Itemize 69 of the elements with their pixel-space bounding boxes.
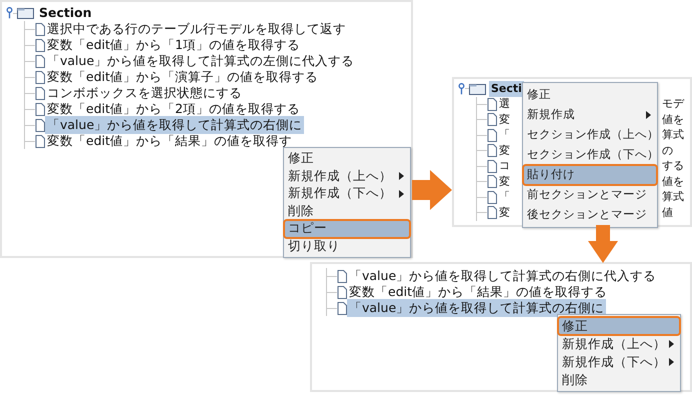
document-icon [35,102,45,116]
menu-item[interactable]: 削除 [284,202,410,220]
menu-item[interactable]: 切り取り [284,238,410,255]
tree-item-label[interactable]: 値 [660,204,686,221]
document-icon [487,175,497,188]
menu-item[interactable]: 新規作成（下へ） [284,185,410,202]
tree-item-label[interactable]: 変数「edit値」から「2項」の値を取得する [45,100,302,118]
tree-item-label[interactable]: 変数「edit値」から「1項」の値を取得する [45,36,302,54]
folder-icon [469,82,486,95]
menu-item[interactable]: 修正 [523,85,657,105]
menu-item[interactable]: 新規作成 [523,105,657,125]
menu-item[interactable]: コピー [284,220,410,238]
menu-item[interactable]: 修正 [284,150,410,168]
tree-item-label[interactable]: 算式 [660,189,686,206]
document-icon [487,98,497,111]
menu-item[interactable]: セクション作成（下へ） [523,145,657,165]
document-icon [35,54,45,68]
document-icon [337,270,347,282]
tree-root-label[interactable]: Secti [489,80,524,97]
document-icon [487,128,497,142]
tree-item-label[interactable]: 変 [497,174,512,190]
tree-item-label[interactable]: 値を [660,112,686,128]
tree-item-label[interactable]: 「value」から値を取得して計算式の左側に代入する [45,52,356,70]
menu-item[interactable]: 新規作成（上へ） [284,168,410,185]
down-arrow-icon [588,225,618,263]
menu-item[interactable]: 後セクションとマージ [523,205,657,225]
document-icon [487,144,497,158]
document-icon [337,286,347,298]
tree-item-label[interactable]: 変 [497,204,512,221]
tree-item-label[interactable]: 「value」から値を取得して計算式の右側に [347,298,606,318]
tree-item-label[interactable]: 変 [497,112,512,128]
tree-item-label[interactable]: 値を [660,174,686,190]
document-icon [487,113,497,126]
handle-icon [458,82,465,95]
menu-item[interactable]: セクション作成（上へ） [523,125,657,145]
tree-item-label[interactable]: コ [497,158,512,174]
folder-icon [17,7,34,19]
menu-item[interactable]: 貼り付け [523,165,657,185]
tree-item-label[interactable]: モデ [660,96,686,112]
tree-item-label[interactable]: 「value」から値を取得して計算式の右側に代入する [347,266,658,286]
tree-item-label[interactable]: 選 [497,96,512,112]
tree-item-label[interactable]: 算式 [660,127,686,144]
document-icon [487,160,497,173]
tree-item-label[interactable]: 変数「edit値」から「結果」の値を取得す [45,132,294,150]
tree-item-label[interactable]: の [660,142,686,159]
document-icon [35,38,45,52]
document-icon [35,22,45,36]
tree-item-label[interactable]: 変数「edit値」から「結果」の値を取得する [347,282,609,302]
tree-item-label[interactable]: 「value」から値を取得して計算式の右側に [45,116,304,134]
tree-item-label[interactable]: 変 [497,142,512,159]
document-icon [35,70,45,84]
menu-item[interactable]: 削除 [558,371,680,389]
document-icon [35,134,45,148]
tree-item-label[interactable]: 選択中である行のテーブル行モデルを取得して返す [45,20,348,38]
tree-item-label[interactable]: 「 [497,127,512,144]
menu-item[interactable]: 新規作成（上へ） [558,335,680,353]
tree-item-label[interactable]: する [660,158,686,174]
menu-item[interactable]: 修正 [558,317,680,335]
menu-item[interactable]: 新規作成（下へ） [558,353,680,371]
tree-item-label[interactable]: 「 [497,189,512,206]
tree-item-label[interactable]: 変数「edit値」から「演算子」の値を取得する [45,68,320,86]
document-icon [487,206,497,220]
right-arrow-icon [412,170,452,210]
handle-icon [6,7,13,19]
tree-item-label[interactable]: コンボボックスを選択状態にする [45,84,244,102]
tree-root-label[interactable]: Section [37,4,94,22]
document-icon [487,190,497,204]
menu-item[interactable]: 前セクションとマージ [523,185,657,205]
document-icon [35,86,45,100]
